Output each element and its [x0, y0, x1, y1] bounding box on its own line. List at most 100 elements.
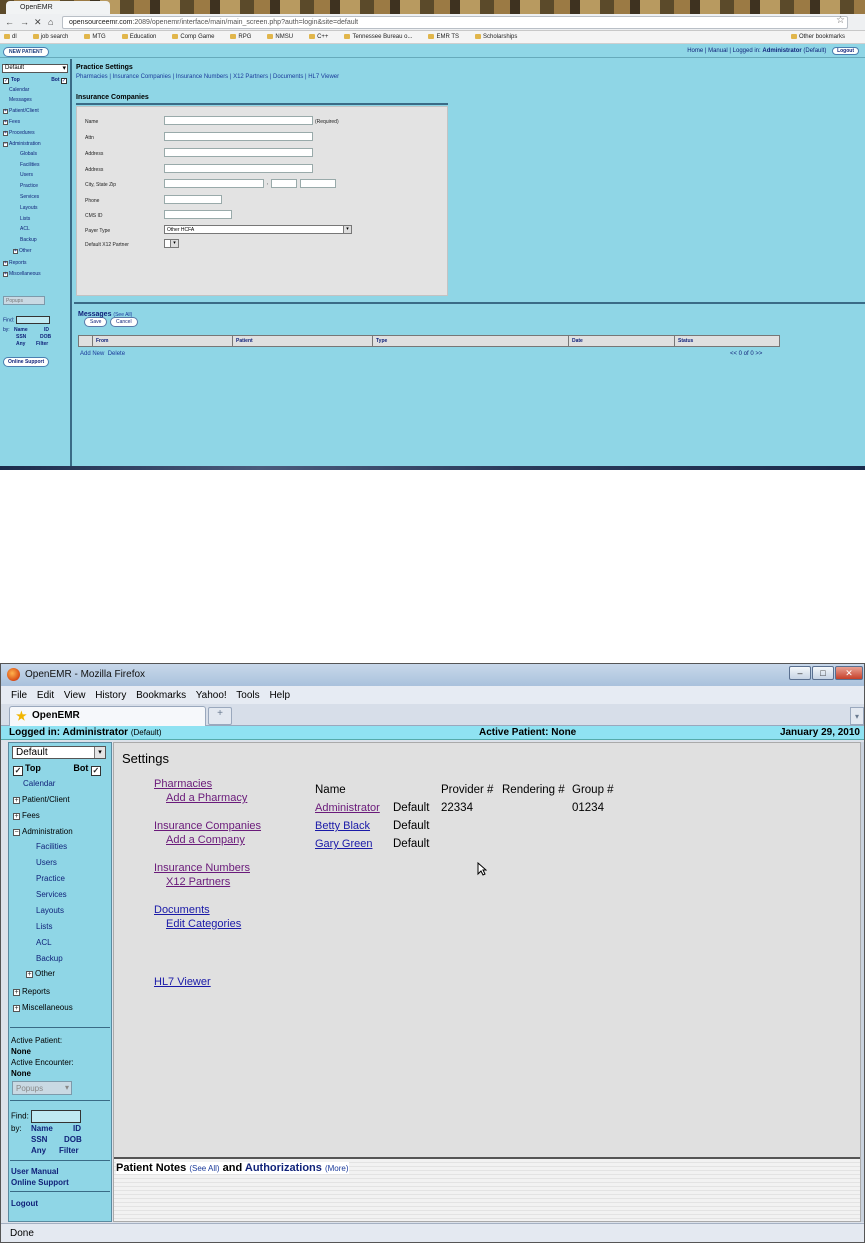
menu-yahoo[interactable]: Yahoo! — [196, 690, 227, 701]
popups-select[interactable]: Popups — [3, 296, 45, 305]
address2-input[interactable] — [164, 164, 313, 173]
collapse-icon[interactable]: − — [3, 142, 8, 147]
nav-patient-client[interactable]: + Patient/Client — [13, 795, 70, 804]
nav-globals[interactable]: Globals — [20, 151, 37, 157]
nav-backup[interactable]: Backup — [20, 237, 37, 243]
expand-icon[interactable]: + — [13, 989, 20, 996]
nav-lists[interactable]: Lists — [36, 922, 52, 931]
nav-reports[interactable]: + Reports — [3, 260, 27, 266]
nav-acl[interactable]: ACL — [20, 226, 30, 232]
x12-partners-link[interactable]: X12 Partners — [166, 876, 230, 888]
bookmark-item[interactable]: EMR TS — [428, 34, 467, 40]
provider-administrator-link[interactable]: Administrator — [315, 802, 380, 814]
user-manual-link[interactable]: User Manual — [11, 1167, 59, 1176]
online-support-link[interactable]: Online Support — [11, 1178, 69, 1187]
bot-checkbox[interactable]: ✓ — [90, 766, 101, 776]
expand-icon[interactable]: + — [13, 249, 18, 254]
find-filter[interactable]: Filter — [36, 341, 48, 347]
save-button[interactable]: Save — [84, 317, 108, 327]
menu-tools[interactable]: Tools — [236, 690, 259, 701]
documents-link[interactable]: Documents — [154, 904, 210, 916]
find-by-dob[interactable]: DOB — [40, 334, 51, 340]
nav-services[interactable]: Services — [20, 194, 39, 200]
bookmark-item[interactable]: NMSU — [267, 34, 301, 40]
nav-select[interactable]: Default ▾ — [12, 746, 106, 759]
name-input[interactable] — [164, 116, 313, 125]
expand-icon[interactable]: + — [3, 131, 8, 136]
nav-administration[interactable]: − Administration — [13, 827, 73, 836]
expand-icon[interactable]: + — [3, 272, 8, 277]
expand-icon[interactable]: + — [13, 1005, 20, 1012]
bot-checkbox[interactable]: ✓ — [60, 78, 67, 84]
state-input[interactable] — [271, 179, 297, 188]
maximize-icon[interactable]: □ — [812, 666, 834, 680]
top-checkbox[interactable]: ✓ — [13, 766, 23, 776]
find-input[interactable] — [15, 316, 50, 324]
select-all-checkbox[interactable] — [79, 336, 93, 346]
find-by-ssn[interactable]: SSN — [16, 334, 26, 340]
find-filter[interactable]: Filter — [59, 1146, 79, 1155]
nav-facilities[interactable]: Facilities — [20, 162, 39, 168]
hl7-viewer-link[interactable]: HL7 Viewer — [154, 976, 211, 988]
logout-button[interactable]: Logout — [832, 47, 859, 55]
menu-help[interactable]: Help — [269, 690, 290, 701]
provider-betty-black-link[interactable]: Betty Black — [315, 820, 370, 832]
find-by-ssn[interactable]: SSN — [31, 1135, 47, 1144]
add-new-link[interactable]: Add New — [80, 351, 104, 357]
attn-input[interactable] — [164, 132, 313, 141]
nav-miscellaneous[interactable]: + Miscellaneous — [13, 1003, 73, 1012]
notes-see-all-link[interactable]: (See All) — [189, 1164, 219, 1173]
phone-input[interactable] — [164, 195, 222, 204]
authorizations-more-link[interactable]: (More) — [325, 1164, 349, 1173]
nav-calendar[interactable]: Calendar — [23, 779, 55, 788]
expand-icon[interactable]: + — [3, 261, 8, 266]
nav-fees[interactable]: + Fees — [13, 811, 40, 820]
forward-icon[interactable]: → — [20, 17, 29, 27]
menu-edit[interactable]: Edit — [37, 690, 54, 701]
top-checkbox[interactable]: ✓ — [3, 78, 9, 84]
scrollbar[interactable] — [861, 742, 864, 1222]
menu-bookmarks[interactable]: Bookmarks — [136, 690, 186, 701]
bookmark-item[interactable]: RPG — [230, 34, 259, 40]
logout-link[interactable]: Logout — [11, 1199, 38, 1208]
nav-users[interactable]: Users — [20, 172, 33, 178]
nav-facilities[interactable]: Facilities — [36, 842, 67, 851]
cms-id-input[interactable] — [164, 210, 232, 219]
bookmark-item[interactable]: Comp Game — [172, 34, 222, 40]
nav-calendar[interactable]: Calendar — [9, 87, 29, 93]
url-field[interactable]: opensourceemr.com:2089/openemr/interface… — [62, 16, 848, 29]
cancel-button[interactable]: Cancel — [110, 317, 138, 327]
nav-backup[interactable]: Backup — [36, 954, 63, 963]
payer-type-select[interactable]: Other HCFA ▾ — [164, 225, 352, 234]
insurance-companies-link[interactable]: Insurance Companies — [154, 820, 261, 832]
practice-settings-links[interactable]: Pharmacies | Insurance Companies | Insur… — [76, 74, 339, 80]
nav-miscellaneous[interactable]: + Miscellaneous — [3, 271, 41, 277]
nav-layouts[interactable]: Layouts — [20, 205, 38, 211]
bookmark-item[interactable]: Scholarships — [475, 34, 525, 40]
online-support-button[interactable]: Online Support — [3, 357, 50, 367]
bookmark-item[interactable]: Tennessee Bureau o... — [344, 34, 420, 40]
find-by-any[interactable]: Any — [16, 341, 25, 347]
bookmark-item[interactable]: C++ — [309, 34, 336, 40]
col-status[interactable]: Status — [675, 336, 779, 346]
nav-users[interactable]: Users — [36, 858, 57, 867]
nav-services[interactable]: Services — [36, 890, 67, 899]
expand-icon[interactable]: + — [3, 109, 8, 114]
city-input[interactable] — [164, 179, 264, 188]
menu-view[interactable]: View — [64, 690, 86, 701]
bookmark-star-icon[interactable]: ☆ — [836, 15, 845, 26]
nav-practice[interactable]: Practice — [20, 183, 38, 189]
edit-categories-link[interactable]: Edit Categories — [166, 918, 241, 930]
find-by-id[interactable]: ID — [44, 327, 49, 333]
find-by-id[interactable]: ID — [73, 1124, 81, 1133]
add-company-link[interactable]: Add a Company — [166, 834, 245, 846]
header-links[interactable]: Home | Manual | Logged in: — [687, 48, 761, 54]
nav-messages[interactable]: Messages — [9, 97, 32, 103]
nav-fees[interactable]: + Fees — [3, 119, 20, 125]
col-from[interactable]: From — [93, 336, 233, 346]
pharmacies-link[interactable]: Pharmacies — [154, 778, 212, 790]
default-x12-select[interactable]: ▾ — [164, 239, 179, 248]
bookmark-item[interactable]: MTG — [84, 34, 113, 40]
delete-link[interactable]: Delete — [108, 351, 125, 357]
new-patient-button[interactable]: NEW PATIENT — [3, 47, 49, 57]
